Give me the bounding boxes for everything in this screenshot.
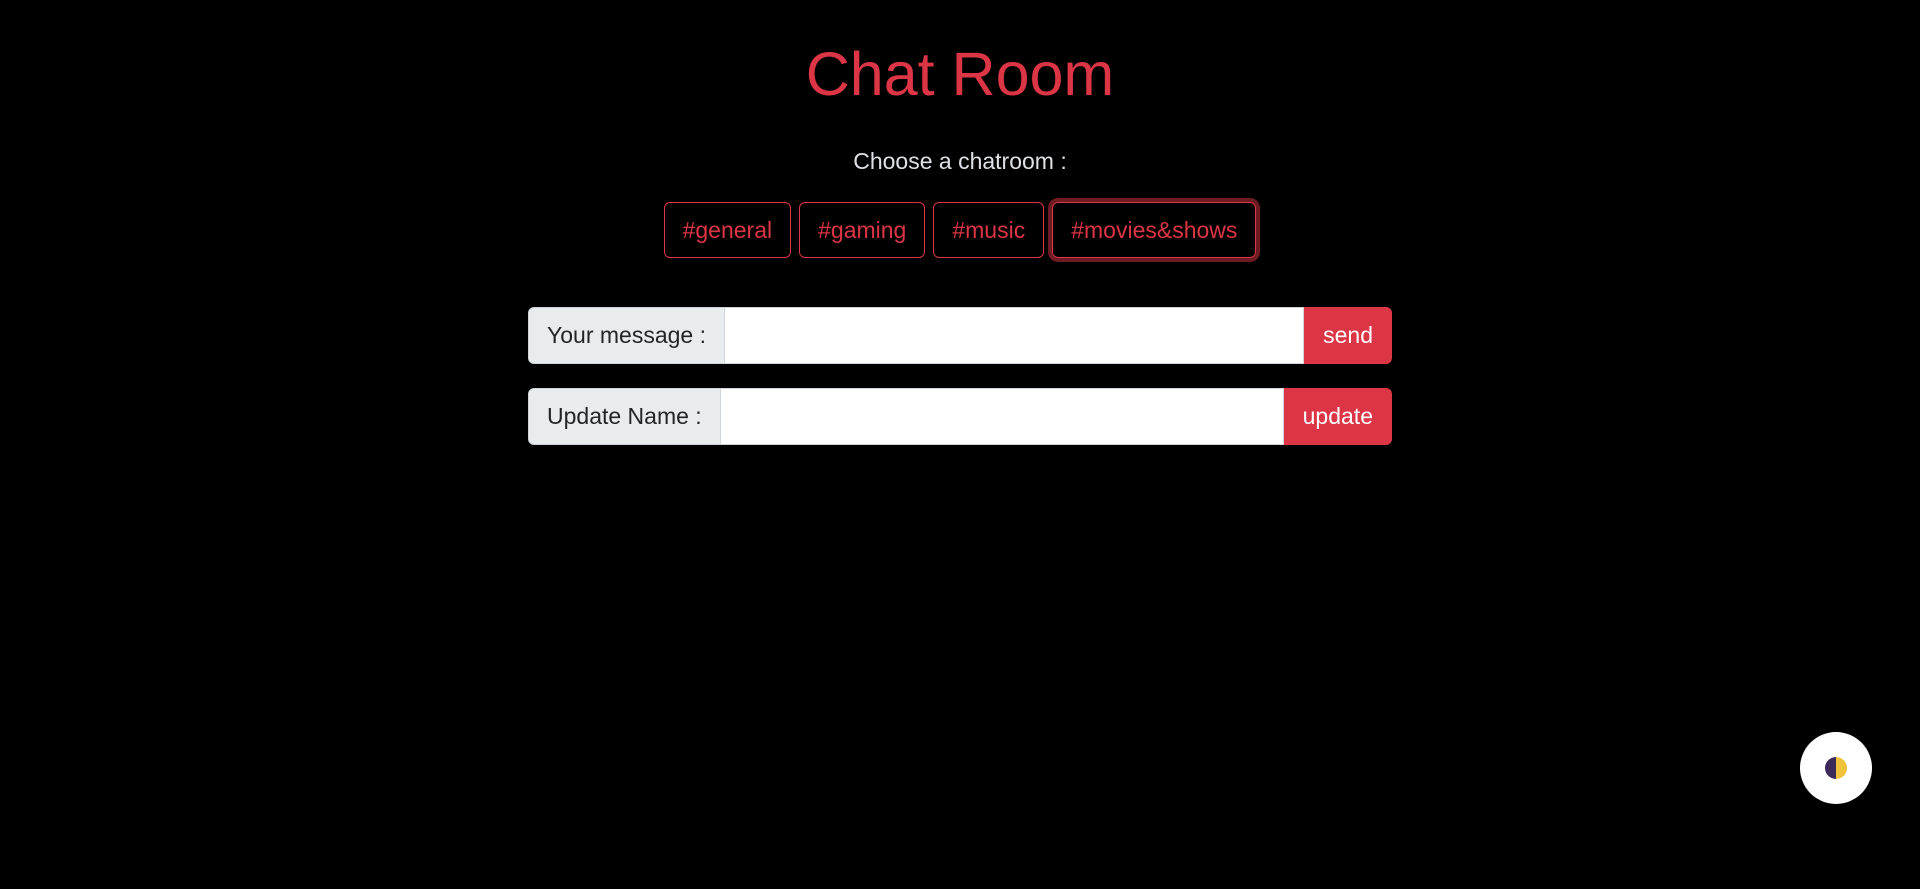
room-button-gaming[interactable]: #gaming bbox=[799, 202, 926, 258]
room-button-movies-shows[interactable]: #movies&shows bbox=[1052, 202, 1257, 258]
message-input[interactable] bbox=[724, 307, 1305, 364]
update-button[interactable]: update bbox=[1283, 388, 1392, 445]
chatroom-prompt: Choose a chatroom : bbox=[853, 148, 1067, 174]
room-button-music[interactable]: #music bbox=[933, 202, 1045, 258]
message-label: Your message : bbox=[528, 307, 725, 364]
page: Chat Room Choose a chatroom : #general #… bbox=[0, 0, 1920, 889]
name-input-group: Update Name : update bbox=[528, 388, 1392, 445]
page-title: Chat Room bbox=[805, 40, 1115, 108]
theme-toggle-button[interactable] bbox=[1800, 732, 1872, 804]
room-button-general[interactable]: #general bbox=[663, 202, 792, 258]
message-input-group: Your message : send bbox=[528, 307, 1392, 364]
name-label: Update Name : bbox=[528, 388, 721, 445]
send-button[interactable]: send bbox=[1304, 307, 1392, 364]
chatroom-selector: #general #gaming #music #movies&shows bbox=[0, 202, 1920, 258]
name-input[interactable] bbox=[720, 388, 1284, 445]
half-moon-icon bbox=[1825, 757, 1847, 779]
